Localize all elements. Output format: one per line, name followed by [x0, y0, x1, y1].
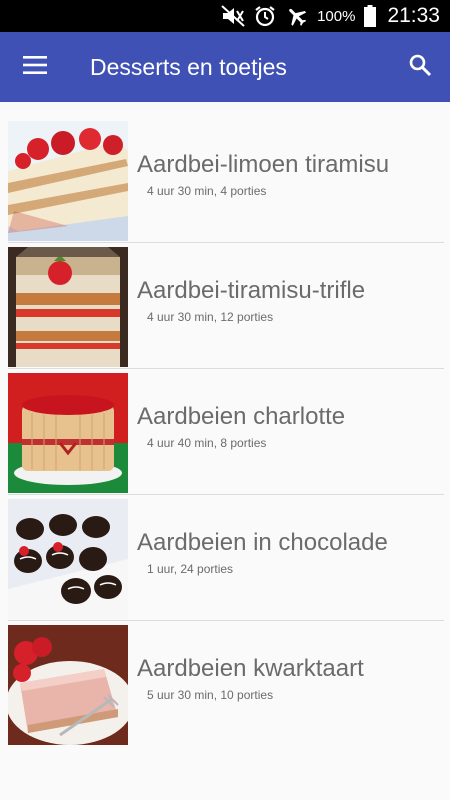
- search-button[interactable]: [390, 32, 450, 102]
- recipe-list-item[interactable]: Aardbei-tiramisu-trifle 4 uur 30 min, 12…: [0, 243, 450, 369]
- recipe-list-item[interactable]: Aardbeien kwarktaart 5 uur 30 min, 10 po…: [0, 621, 450, 747]
- status-bar: 100% 21:33: [0, 0, 450, 32]
- page-title: Desserts en toetjes: [90, 53, 287, 80]
- recipe-meta: 1 uur, 24 porties: [147, 562, 234, 576]
- app-bar: Desserts en toetjes: [0, 32, 450, 102]
- hamburger-menu-icon: [23, 55, 47, 79]
- recipe-list: Aardbei-limoen tiramisu 4 uur 30 min, 4 …: [0, 117, 450, 747]
- recipe-name: Aardbeien kwarktaart: [137, 655, 364, 682]
- recipe-name: Aardbeien charlotte: [137, 403, 346, 430]
- battery-icon: [363, 4, 377, 28]
- menu-button[interactable]: [0, 32, 70, 102]
- recipe-name: Aardbeien in chocolade: [137, 529, 388, 556]
- recipe-thumbnail: [8, 121, 128, 241]
- battery-percentage: 100%: [317, 7, 356, 25]
- recipe-list-item[interactable]: Aardbei-limoen tiramisu 4 uur 30 min, 4 …: [0, 117, 450, 243]
- mute-icon: [221, 4, 245, 28]
- recipe-thumbnail: [8, 625, 128, 745]
- recipe-meta: 4 uur 40 min, 8 porties: [147, 436, 267, 450]
- recipe-meta: 4 uur 30 min, 4 porties: [147, 184, 267, 198]
- recipe-meta: 4 uur 30 min, 12 porties: [147, 310, 274, 324]
- recipe-thumbnail: [8, 373, 128, 493]
- recipe-list-item[interactable]: Aardbeien charlotte 4 uur 40 min, 8 port…: [0, 369, 450, 495]
- alarm-icon: [253, 4, 277, 28]
- search-icon: [408, 53, 432, 82]
- recipe-name: Aardbei-tiramisu-trifle: [137, 277, 366, 304]
- airplane-mode-icon: [285, 4, 309, 28]
- recipe-thumbnail: [8, 499, 128, 619]
- recipe-list-item[interactable]: Aardbeien in chocolade 1 uur, 24 porties: [0, 495, 450, 621]
- recipe-meta: 5 uur 30 min, 10 porties: [147, 688, 274, 702]
- recipe-thumbnail: [8, 247, 128, 367]
- clock: 21:33: [387, 4, 440, 27]
- recipe-name: Aardbei-limoen tiramisu: [137, 151, 390, 178]
